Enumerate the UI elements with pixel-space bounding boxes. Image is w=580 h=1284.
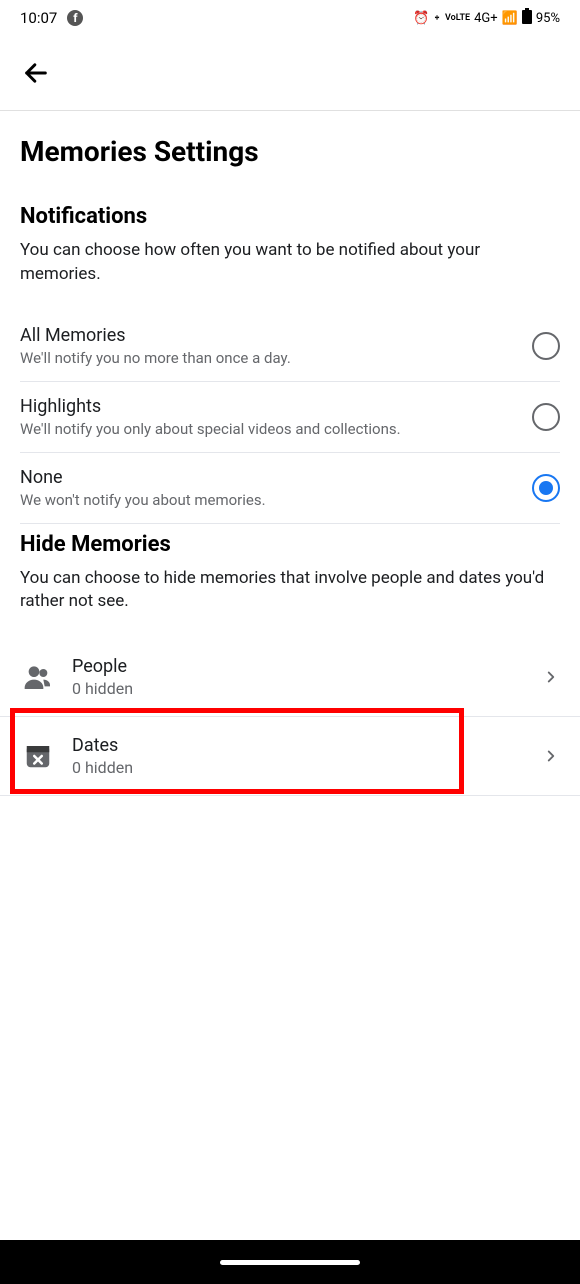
people-icon (20, 659, 56, 695)
bluetooth-icon: ᛭ (433, 11, 441, 26)
radio-title: All Memories (20, 325, 520, 346)
hide-section: Hide Memories You can choose to hide mem… (20, 532, 560, 797)
page-title: Memories Settings (20, 135, 560, 168)
home-indicator[interactable] (220, 1260, 360, 1265)
radio-sub: We'll notify you only about special vide… (20, 420, 520, 438)
radio-title: Highlights (20, 396, 520, 417)
radio-icon (532, 332, 560, 360)
list-title: People (72, 656, 542, 677)
radio-text: Highlights We'll notify you only about s… (20, 396, 532, 438)
content: Memories Settings Notifications You can … (0, 135, 580, 796)
status-bar: 10:07 f ⏰ ᛭ VoLTE 4G+ 📶 95% (0, 0, 580, 36)
status-right: ⏰ ᛭ VoLTE 4G+ 📶 95% (413, 8, 560, 28)
notifications-desc: You can choose how often you want to be … (20, 239, 560, 287)
list-text: People 0 hidden (72, 656, 542, 698)
facebook-icon: f (67, 10, 83, 26)
list-title: Dates (72, 735, 542, 756)
calendar-x-icon (20, 738, 56, 774)
navigation-bar (0, 1240, 580, 1284)
radio-text: None We won't notify you about memories. (20, 467, 532, 509)
network-label: 4G+ (474, 11, 498, 26)
status-left: 10:07 f (20, 9, 83, 27)
header (0, 36, 580, 111)
radio-highlights[interactable]: Highlights We'll notify you only about s… (20, 382, 560, 453)
chevron-right-icon (542, 668, 560, 686)
battery-percent: 95% (536, 11, 560, 26)
volte-icon: VoLTE (445, 13, 470, 23)
alarm-icon: ⏰ (413, 11, 429, 26)
notifications-heading: Notifications (20, 204, 560, 229)
radio-icon (532, 474, 560, 502)
radio-text: All Memories We'll notify you no more th… (20, 325, 532, 367)
radio-sub: We'll notify you no more than once a day… (20, 349, 520, 367)
radio-sub: We won't notify you about memories. (20, 491, 520, 509)
radio-none[interactable]: None We won't notify you about memories. (20, 453, 560, 524)
back-button[interactable] (16, 53, 56, 93)
chevron-right-icon (542, 747, 560, 765)
hide-dates-row[interactable]: Dates 0 hidden (0, 717, 580, 796)
hide-heading: Hide Memories (20, 532, 560, 557)
status-time: 10:07 (20, 9, 57, 27)
list-text: Dates 0 hidden (72, 735, 542, 777)
signal-icon: 📶 (502, 11, 518, 26)
hide-list: People 0 hidden Dates 0 hidden (0, 638, 580, 796)
battery-icon (522, 8, 532, 28)
list-sub: 0 hidden (72, 758, 542, 777)
list-sub: 0 hidden (72, 679, 542, 698)
radio-title: None (20, 467, 520, 488)
hide-desc: You can choose to hide memories that inv… (20, 567, 560, 615)
radio-icon (532, 403, 560, 431)
hide-people-row[interactable]: People 0 hidden (0, 638, 580, 717)
arrow-left-icon (22, 59, 50, 87)
radio-all-memories[interactable]: All Memories We'll notify you no more th… (20, 311, 560, 382)
